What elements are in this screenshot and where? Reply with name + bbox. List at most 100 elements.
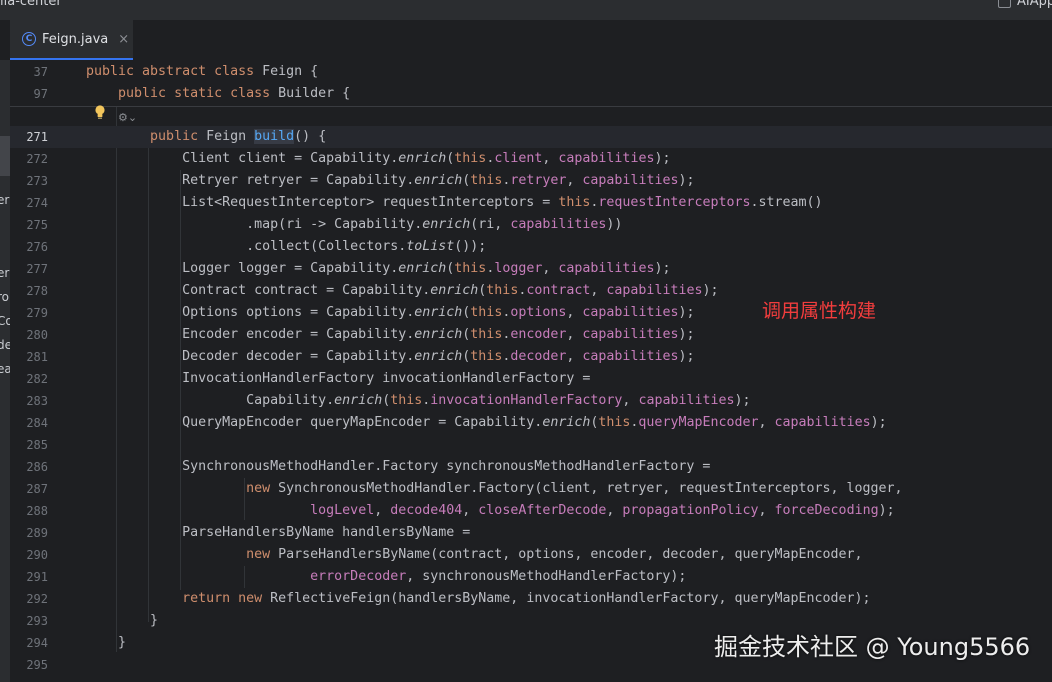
code-token: , [566, 327, 583, 342]
code-text[interactable]: public Feign build() { [86, 126, 326, 148]
code-text[interactable]: new ParseHandlersByName(contract, option… [86, 544, 862, 566]
line-number[interactable]: 285 [10, 434, 48, 456]
code-line[interactable]: 276 .collect(Collectors.toList()); [10, 236, 1052, 258]
code-line[interactable]: 37 public abstract class Feign { [10, 61, 1052, 83]
code-text[interactable]: new SynchronousMethodHandler.Factory(cli… [86, 478, 902, 500]
line-number[interactable]: 273 [10, 170, 48, 192]
code-line[interactable]: 287 new SynchronousMethodHandler.Factory… [10, 478, 1052, 500]
code-text[interactable]: Encoder encoder = Capability.enrich(this… [86, 324, 694, 346]
line-number[interactable]: 284 [10, 412, 48, 434]
line-number[interactable]: 282 [10, 368, 48, 390]
code-token: enrich [430, 283, 479, 298]
code-text[interactable]: List<RequestInterceptor> requestIntercep… [86, 192, 822, 214]
tree-item-stub[interactable]: er [0, 193, 9, 207]
line-number[interactable]: 293 [10, 610, 48, 632]
line-number[interactable]: 280 [10, 324, 48, 346]
line-number[interactable]: 272 [10, 148, 48, 170]
code-text[interactable]: Capability.enrich(this.invocationHandler… [86, 390, 750, 412]
ai-app-widget[interactable]: AIApp [998, 0, 1052, 9]
code-text[interactable]: public abstract class Feign { [86, 61, 318, 83]
code-line[interactable]: 272 Client client = Capability.enrich(th… [10, 148, 1052, 170]
line-number[interactable]: 295 [10, 654, 48, 676]
line-number[interactable]: 288 [10, 500, 48, 522]
code-line[interactable]: 282 InvocationHandlerFactory invocationH… [10, 368, 1052, 390]
line-number[interactable]: 37 [10, 61, 48, 83]
code-line[interactable]: 291 errorDecoder, synchronousMethodHandl… [10, 566, 1052, 588]
line-number[interactable]: 290 [10, 544, 48, 566]
lightbulb-icon[interactable] [94, 104, 106, 120]
code-text[interactable]: logLevel, decode404, closeAfterDecode, p… [86, 500, 894, 522]
code-line[interactable]: 292 return new ReflectiveFeign(handlersB… [10, 588, 1052, 610]
line-number[interactable]: 279 [10, 302, 48, 324]
tab-feign-java[interactable]: C Feign.java × [10, 20, 133, 60]
code-text[interactable]: SynchronousMethodHandler.Factory synchro… [86, 456, 710, 478]
code-text[interactable]: ParseHandlersByName handlersByName = [86, 522, 470, 544]
code-line[interactable]: 271 public Feign build() { [10, 126, 1052, 148]
generate-icon[interactable]: ⚙⌄ [118, 111, 137, 124]
code-line[interactable]: 283 Capability.enrich(this.invocationHan… [10, 390, 1052, 412]
code-line[interactable]: 290 new ParseHandlersByName(contract, op… [10, 544, 1052, 566]
checkbox-icon[interactable] [998, 0, 1011, 8]
code-text[interactable]: } [86, 610, 158, 632]
sticky-scroll-header[interactable]: 37 public abstract class Feign {97 public… [10, 60, 1052, 107]
code-line[interactable]: 286 SynchronousMethodHandler.Factory syn… [10, 456, 1052, 478]
code-line[interactable]: 280 Encoder encoder = Capability.enrich(… [10, 324, 1052, 346]
line-number[interactable]: 278 [10, 280, 48, 302]
code-text[interactable]: Client client = Capability.enrich(this.c… [86, 148, 670, 170]
code-line[interactable]: 97 public static class Builder { [10, 83, 1052, 105]
code-text[interactable]: errorDecoder, synchronousMethodHandlerFa… [86, 566, 686, 588]
code-token: } [86, 635, 127, 650]
line-number[interactable]: 292 [10, 588, 48, 610]
code-line[interactable]: 273 Retryer retryer = Capability.enrich(… [10, 170, 1052, 192]
tree-item-stub[interactable]: er [0, 266, 9, 280]
code-token: requestInterceptors [598, 195, 751, 210]
line-number[interactable]: 277 [10, 258, 48, 280]
code-line[interactable]: 285 [10, 434, 1052, 456]
code-token: Capability. [86, 393, 335, 408]
line-number[interactable]: 286 [10, 456, 48, 478]
line-number[interactable]: 287 [10, 478, 48, 500]
code-text[interactable]: .map(ri -> Capability.enrich(ri, capabil… [86, 214, 622, 236]
code-line[interactable]: 284 QueryMapEncoder queryMapEncoder = Ca… [10, 412, 1052, 434]
code-text[interactable]: InvocationHandlerFactory invocationHandl… [86, 368, 590, 390]
tree-item-stub[interactable]: de [0, 338, 10, 352]
code-text[interactable]: QueryMapEncoder queryMapEncoder = Capabi… [86, 412, 887, 434]
code-line[interactable]: 277 Logger logger = Capability.enrich(th… [10, 258, 1052, 280]
code-text[interactable]: .collect(Collectors.toList()); [86, 236, 486, 258]
code-text[interactable]: public static class Builder { [86, 83, 350, 105]
code-line[interactable]: 281 Decoder decoder = Capability.enrich(… [10, 346, 1052, 368]
project-name[interactable]: lia-center [0, 0, 62, 9]
line-number[interactable]: 274 [10, 192, 48, 214]
line-number[interactable]: 294 [10, 632, 48, 654]
code-text[interactable]: Retryer retryer = Capability.enrich(this… [86, 170, 694, 192]
code-line[interactable]: 279 Options options = Capability.enrich(… [10, 302, 1052, 324]
line-number[interactable]: 283 [10, 390, 48, 412]
line-number[interactable]: 275 [10, 214, 48, 236]
line-number[interactable]: 271 [10, 126, 48, 148]
code-line[interactable]: 275 .map(ri -> Capability.enrich(ri, cap… [10, 214, 1052, 236]
selected-tree-item[interactable] [0, 136, 10, 176]
line-number[interactable]: 289 [10, 522, 48, 544]
tree-item-stub[interactable]: ro [0, 290, 9, 304]
code-line[interactable]: 278 Contract contract = Capability.enric… [10, 280, 1052, 302]
project-tool-window-edge[interactable]: er er ro Co de ea [0, 60, 10, 682]
tree-item-stub[interactable]: Co [0, 314, 10, 328]
code-token: this [470, 305, 503, 320]
line-number[interactable]: 291 [10, 566, 48, 588]
code-text[interactable]: Logger logger = Capability.enrich(this.l… [86, 258, 670, 280]
tree-item-stub[interactable]: ea [0, 362, 10, 376]
close-icon[interactable]: × [118, 32, 129, 47]
code-token: capabilities [582, 349, 679, 364]
code-text[interactable]: } [86, 632, 126, 654]
code-text[interactable]: Decoder decoder = Capability.enrich(this… [86, 346, 694, 368]
line-number[interactable]: 97 [10, 83, 48, 105]
code-line[interactable]: 288 logLevel, decode404, closeAfterDecod… [10, 500, 1052, 522]
line-number[interactable]: 281 [10, 346, 48, 368]
code-line[interactable]: 289 ParseHandlersByName handlersByName = [10, 522, 1052, 544]
code-text[interactable]: return new ReflectiveFeign(handlersByNam… [86, 588, 870, 610]
code-text[interactable]: Options options = Capability.enrich(this… [86, 302, 694, 324]
code-line[interactable]: 274 List<RequestInterceptor> requestInte… [10, 192, 1052, 214]
code-text[interactable]: Contract contract = Capability.enrich(th… [86, 280, 718, 302]
line-number[interactable]: 276 [10, 236, 48, 258]
